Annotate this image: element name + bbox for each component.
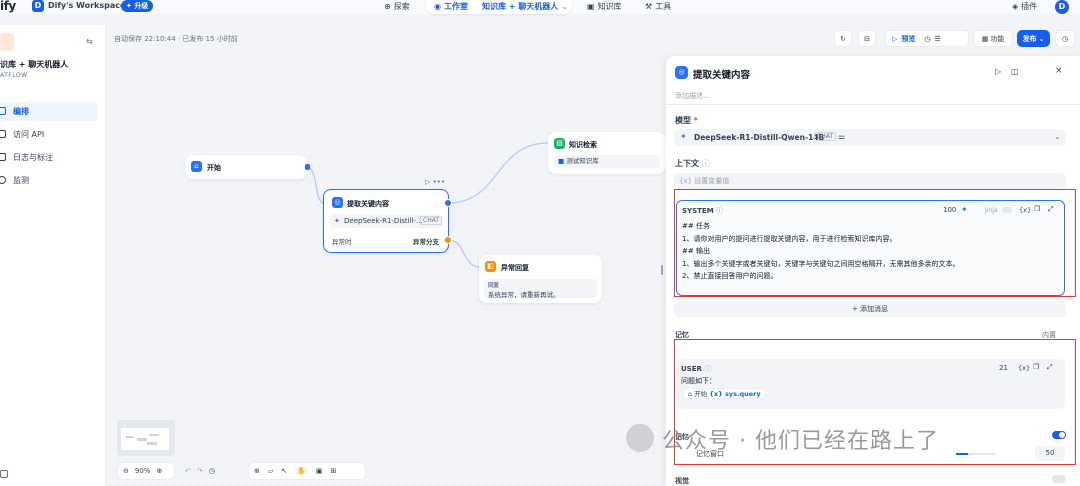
reply-content: 回复 系统异常，请重新再试。 — [484, 279, 597, 299]
undo-redo-bar: ↶ ↷ ◷ — [180, 462, 242, 480]
play-icon[interactable]: ▷ — [425, 178, 430, 186]
expand-icon[interactable]: ⤢ — [1048, 205, 1054, 214]
user-label: USER ⓘ — [681, 365, 712, 373]
canvas-tools: ⊕ ▱ ↖ ✋ ▣ ⊞ — [248, 462, 366, 480]
help-icon: ⓘ — [701, 159, 710, 168]
redo-icon[interactable]: ↷ — [197, 467, 203, 475]
llm-icon: ◎ — [332, 197, 343, 208]
model-label: 模型 * — [675, 116, 698, 125]
node-knowledge-title: 知识检索 — [569, 141, 597, 149]
node-extract-actions[interactable]: ▷ ••• — [425, 178, 445, 186]
image-export-icon[interactable]: ▣ — [316, 467, 323, 475]
node-start-title: 开始 — [207, 164, 221, 172]
context-label: 上下文 ⓘ — [675, 159, 710, 168]
description-input[interactable]: 添加描述... — [675, 91, 710, 101]
chevron-down-icon: ⌄ — [1054, 132, 1061, 141]
node-error-reply[interactable]: ◧ 异常回复 回复 系统异常，请重新再试。 — [479, 255, 602, 303]
reply-icon: ◧ — [485, 261, 496, 272]
node-extract-success-handle[interactable] — [444, 199, 452, 207]
node-start[interactable]: ⌂ 开始 — [185, 155, 307, 179]
node-start-handle[interactable] — [305, 164, 310, 170]
node-extract-fail-handle[interactable] — [444, 236, 452, 244]
variable-icon[interactable]: {x} — [1019, 206, 1031, 214]
node-error-title: 异常回复 — [501, 264, 529, 272]
watermark-text: 公众号 · 他们已经在路上了 — [662, 429, 939, 454]
database-icon: ▤ — [554, 138, 565, 149]
panel-resize-handle[interactable] — [661, 265, 663, 275]
minimap[interactable] — [117, 420, 175, 456]
memory-window-input[interactable]: 50 — [1035, 446, 1065, 461]
zoom-out-icon[interactable]: ⊖ — [123, 467, 129, 475]
node-knowledge[interactable]: ▤ 知识检索 ■ 测试知识库 — [548, 132, 666, 174]
edge-start-extract — [306, 166, 325, 204]
expand-icon[interactable]: ⤢ — [1047, 363, 1053, 372]
home-icon: ⌂ — [688, 390, 693, 398]
panel-title[interactable]: 提取关键内容 — [693, 67, 750, 81]
system-label: SYSTEM ⓘ — [682, 207, 724, 215]
node-extract-title: 提取关键内容 — [347, 200, 389, 208]
user-token-count: 21 — [999, 364, 1008, 372]
wechat-icon — [626, 424, 654, 452]
home-icon: ⌂ — [191, 161, 202, 172]
model-selector[interactable]: ✦ DeepSeek-R1-Distill-Qwen-14B CHAT ⚌ ⌄ — [674, 129, 1066, 146]
help-icon: ⓘ — [716, 207, 724, 215]
sparkle-icon[interactable]: ✦ — [961, 205, 968, 214]
add-message-button[interactable]: + 添加消息 — [674, 302, 1066, 317]
system-token-count: 100 — [943, 206, 957, 214]
history-icon[interactable]: ◷ — [209, 467, 215, 475]
organize-icon[interactable]: ⊞ — [330, 467, 336, 475]
zoom-control: ⊖ 90% ⊕ — [117, 462, 175, 480]
help-icon: ⓘ — [704, 365, 712, 373]
fail-branch-label: 异常分支 — [413, 238, 439, 246]
variable-icon[interactable]: {x} — [1018, 364, 1030, 372]
edge-extract-error — [447, 239, 481, 268]
deepseek-icon: ✦ — [334, 217, 340, 225]
memory-toggle[interactable] — [1052, 431, 1066, 439]
user-prompt-editor[interactable]: USER ⓘ 21 {x} ❐ ⤢ 问题如下： ⌂ 开始 {x} sys.que… — [676, 359, 1065, 409]
more-icon[interactable]: ••• — [433, 178, 445, 186]
deepseek-icon: ✦ — [680, 132, 687, 141]
undo-icon[interactable]: ↶ — [185, 467, 191, 475]
system-prompt-text: ## 任务 1、请你对用户的提问进行提取关键内容，用于进行检索知识库内容。 ##… — [682, 222, 960, 280]
jinja-toggle-label: Jinja — [985, 207, 998, 214]
dataset-chip: ■ 测试知识库 — [554, 155, 660, 168]
node-config-panel: ◎ 提取关键内容 ▷ ◫ × 添加描述... 模型 * ✦ DeepSeek-R… — [666, 56, 1080, 486]
system-prompt-editor[interactable]: SYSTEM ⓘ 100 ✦ Jinja {x} ❐ ⤢ ## 任务 1、请你对… — [676, 200, 1065, 296]
pointer-icon[interactable]: ↖ — [281, 467, 287, 475]
copy-icon[interactable]: ❐ — [1033, 363, 1039, 371]
folder-icon: ■ — [558, 157, 565, 165]
edge-extract-knowledge — [447, 142, 549, 204]
vision-toggle[interactable] — [1052, 475, 1066, 483]
node-extract-selected[interactable]: ◎ 提取关键内容 ✦ DeepSeek-R1-Distill-... CHAT … — [323, 189, 449, 253]
run-node-icon[interactable]: ▷ — [995, 67, 1001, 76]
hand-icon[interactable]: ✋ — [295, 467, 308, 475]
variable-icon: {x} — [679, 177, 693, 185]
fail-label: 异常时 — [332, 238, 352, 246]
zoom-level[interactable]: 90% — [135, 467, 151, 475]
zoom-in-icon[interactable]: ⊕ — [156, 467, 162, 475]
variable-chip[interactable]: ⌂ 开始 {x} sys.query — [683, 388, 766, 399]
memory-window-slider[interactable] — [956, 453, 996, 455]
add-node-icon[interactable]: ⊕ — [254, 467, 260, 475]
llm-icon: ◎ — [675, 66, 688, 79]
note-icon[interactable]: ▱ — [268, 467, 273, 475]
node-model-chip: ✦ DeepSeek-R1-Distill-... CHAT — [330, 214, 443, 228]
context-variable-input[interactable]: {x} 设置变量值 — [674, 173, 1066, 189]
jinja-toggle[interactable] — [1002, 207, 1012, 213]
close-icon[interactable]: × — [1055, 66, 1063, 76]
settings-sliders-icon[interactable]: ⚌ — [838, 132, 845, 141]
copy-icon[interactable]: ❐ — [1034, 205, 1040, 213]
help-doc-icon[interactable]: ◫ — [1011, 67, 1019, 76]
vision-label: 视觉 — [675, 477, 689, 485]
